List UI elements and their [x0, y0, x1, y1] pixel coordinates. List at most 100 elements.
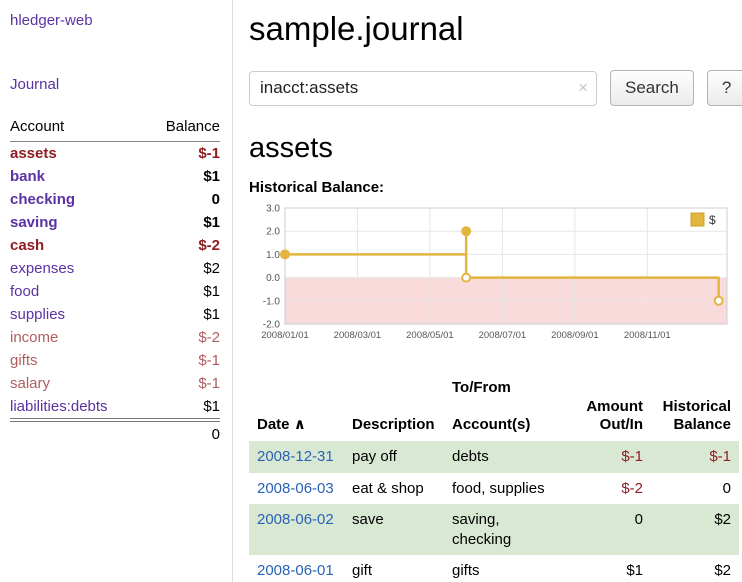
account-link[interactable]: cash — [10, 237, 44, 254]
col-description-label: Description — [352, 416, 435, 433]
balance-chart: 3.0 2.0 1.0 0.0 -1.0 -2.02008/01/01 2008/03/01… — [249, 200, 737, 348]
transaction-balance: $-1 — [651, 441, 739, 473]
col-amount-label-line2: Out/In — [600, 416, 643, 433]
app-window: hledger-web Journal Account Balance asse… — [0, 0, 742, 582]
accounts-header-account: Account — [10, 114, 145, 142]
account-link[interactable]: liabilities:debts — [10, 398, 108, 415]
transaction-balance: $2 — [651, 555, 739, 582]
transaction-date-link[interactable]: 2008-12-31 — [257, 448, 334, 465]
col-historical-label-line2: Balance — [673, 416, 731, 433]
account-link[interactable]: saving — [10, 214, 58, 231]
app-title: hledger-web — [10, 12, 220, 30]
nav-journal-link[interactable]: Journal — [10, 76, 59, 93]
accounts-table: Account Balance assets $-1 bank $1 check… — [10, 114, 220, 446]
accounts-header-row: Account Balance — [10, 114, 220, 142]
accounts-header-balance: Balance — [145, 114, 220, 142]
svg-text:0.0: 0.0 — [266, 273, 280, 284]
account-row-supplies: supplies $1 — [10, 303, 220, 326]
account-row-salary: salary $-1 — [10, 372, 220, 395]
account-link[interactable]: salary — [10, 375, 50, 392]
account-balance: $-1 — [145, 372, 220, 395]
col-accounts-label-line2: Account(s) — [452, 416, 530, 433]
accounts-total: 0 — [145, 420, 220, 446]
account-link[interactable]: food — [10, 283, 39, 300]
app-title-link[interactable]: hledger-web — [10, 12, 93, 29]
search-input[interactable] — [249, 71, 597, 106]
transaction-date-link[interactable]: 2008-06-03 — [257, 480, 334, 497]
account-balance: $2 — [145, 257, 220, 280]
svg-text:2.0: 2.0 — [266, 227, 280, 238]
transaction-row: 2008-12-31 pay off debts $-1 $-1 — [249, 441, 739, 473]
transaction-date-link[interactable]: 2008-06-01 — [257, 562, 334, 579]
transaction-accounts: gifts — [444, 555, 574, 582]
transaction-row: 2008-06-02 save saving, checking 0 $2 — [249, 504, 739, 555]
account-row-checking: checking 0 — [10, 188, 220, 211]
transaction-description: gift — [344, 555, 444, 582]
svg-text:$: $ — [709, 213, 716, 227]
transaction-description: pay off — [344, 441, 444, 473]
account-balance: $1 — [145, 165, 220, 188]
transaction-description: save — [344, 504, 444, 555]
account-row-income: income $-2 — [10, 326, 220, 349]
account-row-assets: assets $-1 — [10, 142, 220, 166]
svg-text:2008/05/01: 2008/05/01 — [406, 330, 454, 341]
nav-journal: Journal — [10, 76, 220, 94]
transaction-row: 2008-06-03 eat & shop food, supplies $-2… — [249, 473, 739, 505]
col-header-accounts: To/From Account(s) — [444, 358, 574, 441]
search-clear-icon[interactable]: × — [578, 78, 588, 98]
transaction-accounts: food, supplies — [444, 473, 574, 505]
account-balance: 0 — [145, 188, 220, 211]
transaction-date-link[interactable]: 2008-06-02 — [257, 511, 334, 528]
account-balance: $-2 — [145, 326, 220, 349]
transaction-balance: $2 — [651, 504, 739, 555]
transaction-amount: $-2 — [574, 473, 651, 505]
account-balance: $1 — [145, 395, 220, 420]
transaction-accounts: debts — [444, 441, 574, 473]
account-row-cash: cash $-2 — [10, 234, 220, 257]
page-title: sample.journal — [249, 10, 742, 48]
account-link[interactable]: checking — [10, 191, 75, 208]
account-link[interactable]: bank — [10, 168, 45, 185]
col-amount-label-line1: Amount — [586, 398, 643, 415]
transaction-accounts: saving, checking — [444, 504, 574, 555]
sort-asc-icon: ∧ — [294, 416, 306, 433]
svg-text:2008/07/01: 2008/07/01 — [479, 330, 527, 341]
col-header-date[interactable]: Date ∧ — [249, 358, 344, 441]
svg-text:3.0: 3.0 — [266, 204, 280, 215]
col-header-amount: Amount Out/In — [574, 358, 651, 441]
transaction-amount: 0 — [574, 504, 651, 555]
col-header-historical: Historical Balance — [651, 358, 739, 441]
svg-text:-2.0: -2.0 — [263, 320, 281, 331]
col-historical-label-line1: Historical — [663, 398, 731, 415]
col-date-label: Date — [257, 416, 290, 433]
transaction-row: 2008-06-01 gift gifts $1 $2 — [249, 555, 739, 582]
svg-text:2008/03/01: 2008/03/01 — [334, 330, 382, 341]
account-balance: $-1 — [145, 142, 220, 166]
svg-text:2008/09/01: 2008/09/01 — [551, 330, 599, 341]
help-button[interactable]: ? — [707, 70, 742, 106]
account-balance: $-1 — [145, 349, 220, 372]
transactions-table: Date ∧ Description To/From Account(s) Am… — [249, 358, 739, 582]
search-form: × Search ? — [249, 70, 742, 106]
account-balance: $1 — [145, 211, 220, 234]
account-row-saving: saving $1 — [10, 211, 220, 234]
account-row-gifts: gifts $-1 — [10, 349, 220, 372]
account-row-bank: bank $1 — [10, 165, 220, 188]
search-button[interactable]: Search — [610, 70, 694, 106]
account-link[interactable]: income — [10, 329, 58, 346]
account-link[interactable]: expenses — [10, 260, 74, 277]
account-link[interactable]: assets — [10, 145, 57, 162]
transaction-description: eat & shop — [344, 473, 444, 505]
accounts-total-row: 0 — [10, 420, 220, 446]
col-header-description: Description — [344, 358, 444, 441]
svg-text:1.0: 1.0 — [266, 250, 280, 261]
account-link[interactable]: supplies — [10, 306, 65, 323]
svg-text:2008/11/01: 2008/11/01 — [624, 330, 671, 341]
search-box: × — [249, 71, 597, 106]
svg-text:-1.0: -1.0 — [263, 296, 281, 307]
chart-title: Historical Balance: — [249, 179, 742, 196]
account-link[interactable]: gifts — [10, 352, 38, 369]
transaction-amount: $-1 — [574, 441, 651, 473]
svg-text:2008/01/01: 2008/01/01 — [261, 330, 309, 341]
account-row-liabilities-debts: liabilities:debts $1 — [10, 395, 220, 420]
